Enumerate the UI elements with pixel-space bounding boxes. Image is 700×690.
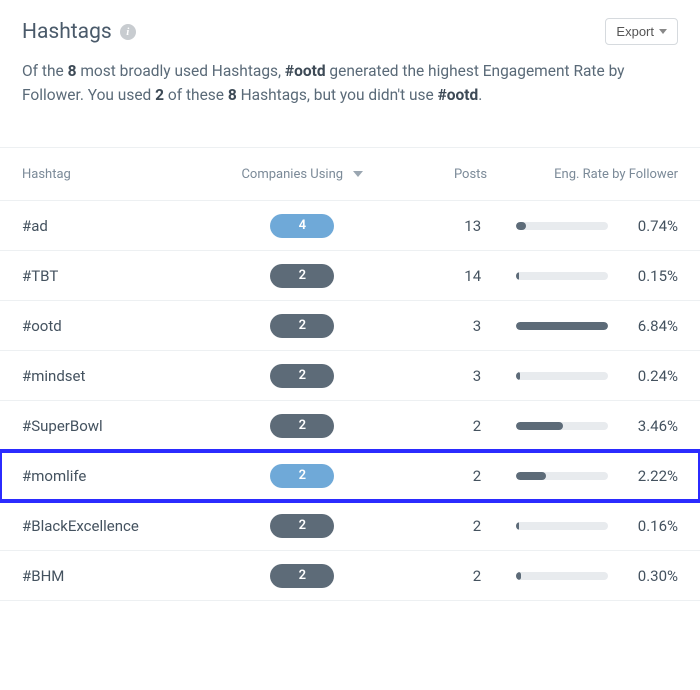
cell-eng-rate: 3.46%	[487, 417, 678, 435]
cell-hashtag: #momlife	[22, 467, 225, 485]
table-row[interactable]: #momlife 2 2 2.22%	[0, 451, 700, 501]
eng-bar-fill	[516, 472, 546, 480]
summary-frag: Hashtags, but you didn't use	[237, 86, 438, 104]
cell-eng-rate: 0.24%	[487, 367, 678, 385]
col-eng-rate[interactable]: Eng. Rate by Follower	[487, 167, 678, 182]
eng-bar-fill	[516, 422, 563, 430]
companies-pill: 4	[270, 214, 334, 238]
eng-bar-fill	[516, 272, 519, 280]
cell-posts: 3	[380, 367, 487, 385]
companies-pill: 2	[270, 464, 334, 488]
cell-posts: 13	[380, 217, 487, 235]
companies-pill: 2	[270, 264, 334, 288]
chevron-down-icon	[659, 29, 667, 34]
table-row[interactable]: #ad 4 13 0.74%	[0, 201, 700, 251]
eng-value: 0.24%	[622, 367, 678, 385]
companies-pill: 2	[270, 414, 334, 438]
hashtags-table: Hashtag Companies Using Posts Eng. Rate …	[0, 147, 700, 601]
cell-eng-rate: 2.22%	[487, 467, 678, 485]
eng-bar	[516, 222, 608, 230]
cell-hashtag: #BlackExcellence	[22, 517, 225, 535]
info-icon[interactable]: i	[120, 24, 136, 40]
eng-bar	[516, 422, 608, 430]
cell-companies: 2	[225, 364, 380, 388]
eng-bar-fill	[516, 372, 520, 380]
eng-value: 0.16%	[622, 517, 678, 535]
eng-value: 3.46%	[622, 417, 678, 435]
companies-pill: 2	[270, 514, 334, 538]
cell-hashtag: #TBT	[22, 267, 225, 285]
cell-hashtag: #mindset	[22, 367, 225, 385]
export-button[interactable]: Export	[605, 18, 678, 45]
cell-companies: 2	[225, 464, 380, 488]
table-row[interactable]: #SuperBowl 2 2 3.46%	[0, 401, 700, 451]
summary-bold: #ootd	[438, 86, 479, 104]
eng-bar-fill	[516, 222, 526, 230]
cell-companies: 2	[225, 414, 380, 438]
cell-posts: 2	[380, 417, 487, 435]
eng-bar-fill	[516, 522, 519, 530]
cell-eng-rate: 0.30%	[487, 567, 678, 585]
eng-value: 2.22%	[622, 467, 678, 485]
col-hashtag[interactable]: Hashtag	[22, 167, 225, 182]
companies-pill: 2	[270, 564, 334, 588]
table-row[interactable]: #BHM 2 2 0.30%	[0, 551, 700, 601]
eng-bar-fill	[516, 572, 521, 580]
cell-hashtag: #BHM	[22, 567, 225, 585]
companies-pill: 2	[270, 364, 334, 388]
table-row[interactable]: #ootd 2 3 6.84%	[0, 301, 700, 351]
eng-bar-fill	[516, 322, 608, 330]
export-label: Export	[616, 24, 654, 39]
companies-pill: 2	[270, 314, 334, 338]
cell-posts: 2	[380, 467, 487, 485]
summary-frag: most broadly used Hashtags,	[76, 62, 284, 80]
cell-companies: 4	[225, 214, 380, 238]
cell-eng-rate: 6.84%	[487, 317, 678, 335]
cell-eng-rate: 0.15%	[487, 267, 678, 285]
col-posts[interactable]: Posts	[380, 167, 487, 182]
cell-eng-rate: 0.16%	[487, 517, 678, 535]
eng-value: 0.30%	[622, 567, 678, 585]
sort-desc-icon	[353, 171, 363, 177]
cell-posts: 2	[380, 517, 487, 535]
table-row[interactable]: #BlackExcellence 2 2 0.16%	[0, 501, 700, 551]
table-row[interactable]: #mindset 2 3 0.24%	[0, 351, 700, 401]
eng-bar	[516, 272, 608, 280]
summary-frag: Of the	[22, 62, 68, 80]
cell-eng-rate: 0.74%	[487, 217, 678, 235]
eng-value: 6.84%	[622, 317, 678, 335]
cell-companies: 2	[225, 514, 380, 538]
cell-hashtag: #ootd	[22, 317, 225, 335]
eng-value: 0.15%	[622, 267, 678, 285]
cell-posts: 2	[380, 567, 487, 585]
eng-bar	[516, 522, 608, 530]
table-row[interactable]: #TBT 2 14 0.15%	[0, 251, 700, 301]
eng-bar	[516, 472, 608, 480]
summary-bold: #ootd	[285, 62, 326, 80]
cell-hashtag: #ad	[22, 217, 225, 235]
cell-hashtag: #SuperBowl	[22, 417, 225, 435]
eng-value: 0.74%	[622, 217, 678, 235]
cell-companies: 2	[225, 264, 380, 288]
cell-posts: 14	[380, 267, 487, 285]
col-companies-using[interactable]: Companies Using	[225, 167, 380, 182]
summary-text: Of the 8 most broadly used Hashtags, #oo…	[22, 59, 678, 107]
table-header-row: Hashtag Companies Using Posts Eng. Rate …	[0, 147, 700, 201]
eng-bar	[516, 322, 608, 330]
title-text: Hashtags	[22, 20, 112, 44]
cell-companies: 2	[225, 314, 380, 338]
page-title: Hashtags i	[22, 20, 136, 44]
summary-bold: 2	[155, 86, 164, 104]
summary-frag: of these	[164, 86, 228, 104]
cell-posts: 3	[380, 317, 487, 335]
eng-bar	[516, 372, 608, 380]
summary-frag: .	[478, 86, 482, 104]
summary-bold: 8	[228, 86, 237, 104]
card-header: Hashtags i Export	[22, 18, 678, 45]
cell-companies: 2	[225, 564, 380, 588]
eng-bar	[516, 572, 608, 580]
